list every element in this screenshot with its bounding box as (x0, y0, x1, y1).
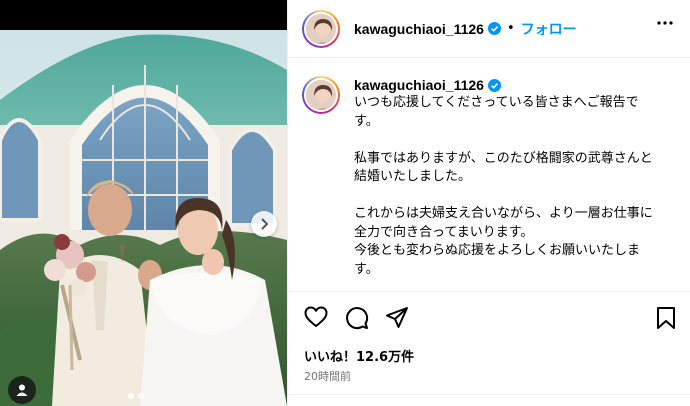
verified-badge-icon (487, 22, 501, 35)
user-tag-icon (16, 384, 28, 396)
post-caption: kawaguchiaoi_1126 いつも応援してくださっている皆さまへご報告で… (302, 76, 687, 279)
caption-line: す。 (354, 261, 379, 277)
avatar-image (304, 78, 338, 112)
caption-line: す。 (354, 113, 379, 129)
post-details-panel: kawaguchiaoi_1126 • フォロー kawaguchiaoi_11… (287, 0, 690, 406)
separator-dot: • (506, 21, 515, 36)
avatar[interactable] (302, 9, 340, 48)
action-bar (288, 291, 690, 345)
post-timestamp[interactable]: 20時間前 (304, 368, 351, 384)
avatar-image (304, 11, 338, 46)
tagged-users-button[interactable] (8, 376, 36, 404)
username-link[interactable]: kawaguchiaoi_1126 (354, 21, 484, 37)
post-media[interactable] (0, 0, 287, 406)
heart-icon[interactable] (304, 306, 328, 328)
media-top-bar (0, 0, 287, 30)
chevron-right-icon (261, 218, 269, 230)
share-icon[interactable] (385, 306, 409, 330)
likes-count[interactable]: いいね！12.6万件 (304, 346, 414, 365)
more-options-icon[interactable] (657, 21, 673, 25)
carousel-indicator (128, 393, 144, 399)
post-header: kawaguchiaoi_1126 • フォロー (288, 0, 690, 58)
caption-line: 今後とも変わらぬ応援をよろしくお願いいたしま (354, 243, 641, 258)
divider (288, 394, 690, 395)
next-image-button[interactable] (251, 211, 277, 237)
caption-line: いつも応援してくださっている皆さまへご報告で (354, 95, 639, 110)
carousel-dot (138, 393, 144, 399)
caption-avatar[interactable] (302, 76, 340, 114)
bookmark-icon[interactable] (656, 306, 676, 330)
wedding-photo (0, 30, 287, 406)
caption-line: これからは夫婦支え合いながら、より一層お仕事に (354, 206, 653, 221)
caption-username[interactable]: kawaguchiaoi_1126 (354, 77, 484, 93)
comment-icon[interactable] (345, 306, 369, 330)
follow-button[interactable]: フォロー (521, 19, 577, 39)
carousel-dot (128, 393, 134, 399)
caption-line: 私事ではありますが、このたび格闘家の武尊さんと (354, 150, 653, 166)
verified-badge-icon (487, 78, 501, 92)
caption-line: 全力で向き合ってまいります。 (354, 224, 534, 240)
caption-line: 結婚いたしました。 (354, 169, 472, 184)
